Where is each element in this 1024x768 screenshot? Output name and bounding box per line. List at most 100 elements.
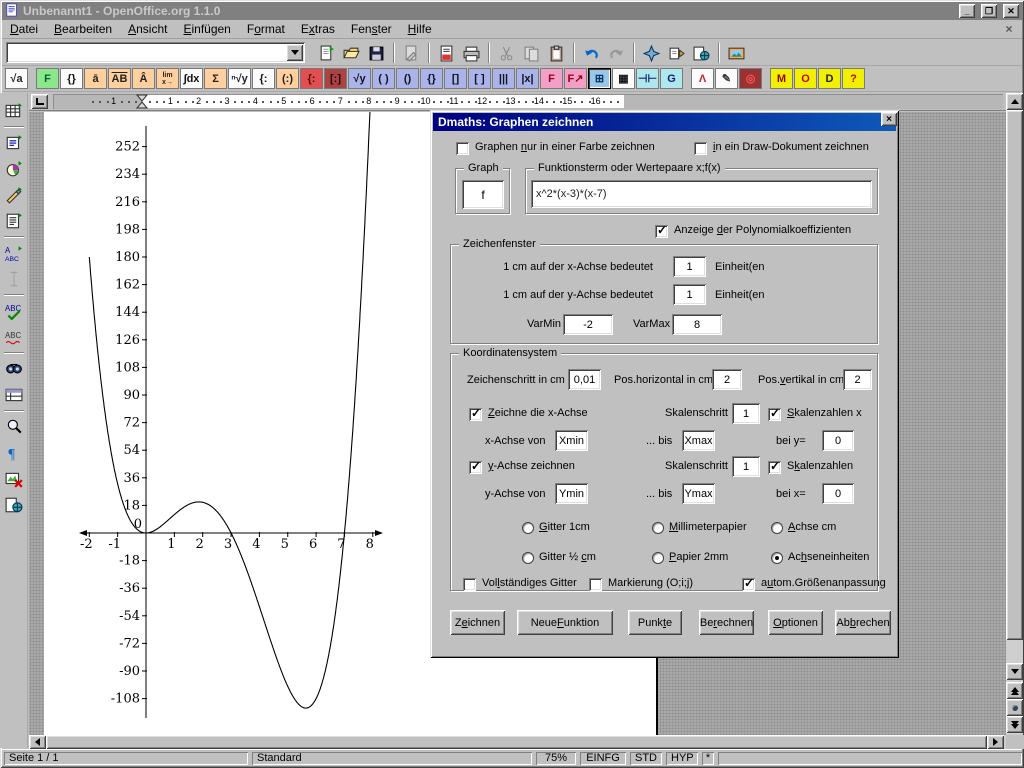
punkte-button[interactable]: Punkte: [628, 610, 682, 635]
segment-overline-icon[interactable]: AB: [108, 68, 131, 89]
menu-ansicht[interactable]: Ansicht: [120, 20, 175, 38]
online-layout-icon[interactable]: [2, 493, 26, 517]
scroll-up-button[interactable]: [1006, 93, 1023, 110]
status-zoom[interactable]: 75%: [536, 752, 576, 765]
interval-round-icon[interactable]: (:): [276, 68, 299, 89]
scale-step-y-field[interactable]: 1: [732, 456, 760, 477]
varmax-field[interactable]: 8: [672, 314, 722, 335]
parens-small-icon[interactable]: ( ): [372, 68, 395, 89]
parallel-bars-icon[interactable]: |||: [492, 68, 515, 89]
dialog-close-button[interactable]: ×: [881, 112, 897, 126]
horizontal-scrollbar[interactable]: [29, 735, 1006, 749]
x-unit-field[interactable]: 1: [673, 256, 706, 277]
status-insert-mode[interactable]: EINFG: [580, 752, 626, 765]
grid-1cm-radio[interactable]: [522, 522, 534, 534]
integral-icon[interactable]: ∫dx: [180, 68, 203, 89]
function-term-input[interactable]: x^2*(x-3)*(x-7): [531, 180, 872, 208]
pencil-icon[interactable]: ✎: [715, 68, 738, 89]
target-icon[interactable]: ◎: [739, 68, 762, 89]
berechnen-button[interactable]: Berechnen: [699, 610, 754, 635]
maximize-button[interactable]: ❐: [981, 4, 997, 18]
vscroll-thumb[interactable]: [1006, 110, 1023, 640]
axis-cm-radio[interactable]: [771, 522, 783, 534]
zeichnen-button[interactable]: Zeichnen: [450, 610, 505, 635]
close-document-icon[interactable]: ×: [1002, 22, 1016, 36]
varmin-field[interactable]: -2: [563, 314, 613, 335]
zoom-icon[interactable]: [2, 415, 26, 439]
status-page-style[interactable]: Standard: [252, 752, 532, 765]
open-icon[interactable]: [339, 41, 364, 65]
function-arrow-icon[interactable]: F↗: [564, 68, 587, 89]
print-icon[interactable]: [459, 41, 484, 65]
new-document-icon[interactable]: [314, 41, 339, 65]
interval-red-dots-icon[interactable]: [:]: [324, 68, 347, 89]
undo-icon[interactable]: [579, 41, 604, 65]
neue-funktion-button[interactable]: Neue Funktion: [517, 610, 613, 635]
insert-table-icon[interactable]: [2, 99, 26, 123]
menu-fenster[interactable]: Fenster: [343, 20, 400, 38]
next-page-button[interactable]: [1006, 716, 1023, 733]
function-pink-icon[interactable]: F: [540, 68, 563, 89]
spellcheck-icon[interactable]: ABC: [2, 299, 26, 323]
geometry-g-icon[interactable]: G: [660, 68, 683, 89]
at-x-field[interactable]: 0: [822, 483, 854, 504]
menu-hilfe[interactable]: Hilfe: [400, 20, 440, 38]
pos-h-field[interactable]: 2: [712, 369, 742, 390]
root-blue-icon[interactable]: √y: [348, 68, 371, 89]
scale-numbers-x-checkbox[interactable]: [768, 408, 781, 421]
sqrt-term-icon[interactable]: √a: [5, 68, 28, 89]
dmaths-d-icon[interactable]: D: [818, 68, 841, 89]
stylist-icon[interactable]: [664, 41, 689, 65]
menu-bearbeiten[interactable]: Bearbeiten: [46, 20, 120, 38]
grid-half-cm-radio[interactable]: [522, 552, 534, 564]
full-grid-checkbox[interactable]: [463, 578, 476, 591]
grid-icon[interactable]: ▦: [612, 68, 635, 89]
scroll-right-button[interactable]: [987, 735, 1004, 749]
insert-section-icon[interactable]: [2, 131, 26, 155]
minimize-button[interactable]: _: [959, 4, 975, 18]
draw-x-axis-checkbox[interactable]: [469, 408, 482, 421]
autotext-icon[interactable]: AABC: [2, 241, 26, 265]
status-selection-mode[interactable]: STD: [630, 752, 662, 765]
indent-marker[interactable]: [136, 94, 148, 109]
status-hyperlink-mode[interactable]: HYP: [666, 752, 698, 765]
pos-v-field[interactable]: 2: [843, 369, 872, 390]
y-unit-field[interactable]: 1: [673, 284, 706, 305]
limit-icon[interactable]: lim x→: [156, 68, 179, 89]
nonprinting-characters-icon[interactable]: ¶: [2, 441, 26, 465]
status-page[interactable]: Seite 1 / 1: [4, 752, 248, 765]
scroll-left-button[interactable]: [29, 735, 46, 749]
brackets-small-icon[interactable]: []: [444, 68, 467, 89]
abbrechen-button[interactable]: Abbrechen: [835, 610, 891, 635]
tab-type-button[interactable]: [31, 94, 48, 109]
auto-size-checkbox[interactable]: [742, 578, 755, 591]
draw-doc-checkbox[interactable]: [694, 142, 707, 155]
mm-paper-radio[interactable]: [652, 522, 664, 534]
dmaths-o-icon[interactable]: O: [794, 68, 817, 89]
nth-root-icon[interactable]: ⁿ√y: [228, 68, 251, 89]
scale-numbers-y-checkbox[interactable]: [768, 461, 781, 474]
set-braces-icon[interactable]: {}: [60, 68, 83, 89]
menu-format[interactable]: Format: [239, 20, 293, 38]
angle-hat-icon[interactable]: Â: [132, 68, 155, 89]
dmaths-help-icon[interactable]: ?: [842, 68, 865, 89]
axis-units-radio[interactable]: [771, 552, 783, 564]
optionen-button[interactable]: Optionen: [768, 610, 823, 635]
vertical-scrollbar[interactable]: [1006, 93, 1023, 735]
at-y-field[interactable]: 0: [822, 430, 854, 451]
find-replace-icon[interactable]: [2, 357, 26, 381]
data-sources-icon[interactable]: [2, 383, 26, 407]
close-button[interactable]: ✕: [1003, 4, 1019, 18]
export-pdf-icon[interactable]: [434, 41, 459, 65]
scroll-down-button[interactable]: [1006, 663, 1023, 680]
dmaths-m-icon[interactable]: M: [770, 68, 793, 89]
draw-functions-icon[interactable]: [2, 183, 26, 207]
menu-extras[interactable]: Extras: [293, 20, 343, 38]
draw-y-axis-checkbox[interactable]: [469, 461, 482, 474]
x-from-field[interactable]: Xmin: [555, 430, 588, 451]
graphics-on-off-icon[interactable]: [2, 467, 26, 491]
polynomial-coefficients-checkbox[interactable]: [655, 225, 668, 238]
absolute-value-icon[interactable]: |x|: [516, 68, 539, 89]
url-combobox[interactable]: [6, 42, 305, 63]
x-to-field[interactable]: Xmax: [682, 430, 715, 451]
